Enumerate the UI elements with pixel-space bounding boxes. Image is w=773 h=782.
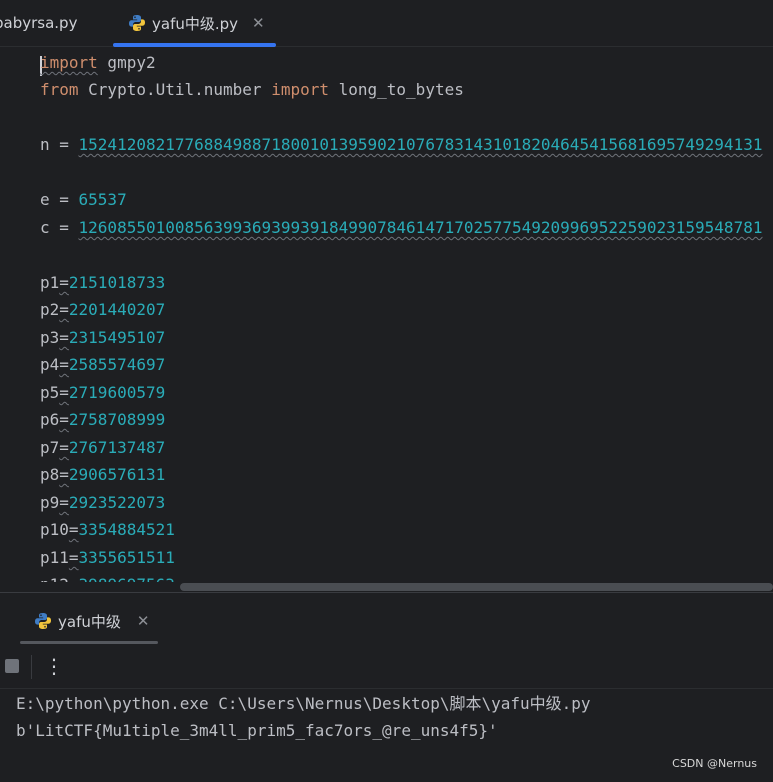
code-line: p6=2758708999 xyxy=(40,410,166,429)
code-line: p10=3354884521 xyxy=(40,520,175,539)
console-line: b'LitCTF{Mu1tiple_3m4ll_prim5_fac7ors_@r… xyxy=(16,721,498,740)
run-toolbar: ⋮ xyxy=(0,647,773,687)
run-tab-label: yafu中级 xyxy=(58,612,121,631)
tab-yafu[interactable]: yafu中级.py ✕ xyxy=(128,0,265,46)
code-line: c = 126085501008563993693993918499078461… xyxy=(40,218,763,237)
code-line: p8=2906576131 xyxy=(40,465,166,484)
code-line: p7=2767137487 xyxy=(40,438,166,457)
toolbar-divider xyxy=(31,655,32,679)
python-file-icon xyxy=(129,15,145,31)
code-line: p5=2719600579 xyxy=(40,383,166,402)
code-line: n = 152412082177688498871800101395902107… xyxy=(40,135,763,154)
code-line: p4=2585574697 xyxy=(40,355,166,374)
code-line: p11=3355651511 xyxy=(40,548,175,567)
stop-icon[interactable] xyxy=(5,659,19,673)
code-line: from Crypto.Util.number import long_to_b… xyxy=(40,80,464,99)
code-line: p12=3989697563 xyxy=(40,574,175,582)
tab-label: yafu中级.py xyxy=(152,14,239,33)
close-icon[interactable]: ✕ xyxy=(137,612,150,630)
editor-tab-bar: babyrsa.py yafu中级.py ✕ xyxy=(0,0,773,47)
watermark: CSDN @Nernus xyxy=(672,757,757,770)
run-tool-window: yafu中级 ✕ ⋮ E:\python\python.exe C:\Users… xyxy=(0,592,773,782)
code-line: p1=2151018733 xyxy=(40,273,166,292)
tab-label: babyrsa.py xyxy=(0,14,78,32)
close-icon[interactable]: ✕ xyxy=(252,14,265,32)
code-editor[interactable]: import gmpy2 from Crypto.Util.number imp… xyxy=(0,47,773,582)
run-tab-yafu[interactable]: yafu中级 ✕ xyxy=(34,607,149,635)
scrollbar-thumb[interactable] xyxy=(180,583,773,591)
code-line: p2=2201440207 xyxy=(40,300,166,319)
console-line: E:\python\python.exe C:\Users\Nernus\Des… xyxy=(16,694,591,713)
console-output[interactable]: E:\python\python.exe C:\Users\Nernus\Des… xyxy=(0,688,773,782)
code-line: e = 65537 xyxy=(40,190,127,209)
more-options-icon[interactable]: ⋮ xyxy=(44,653,64,679)
code-line: p9=2923522073 xyxy=(40,493,166,512)
active-tab-indicator xyxy=(20,641,158,644)
code-line: p3=2315495107 xyxy=(40,328,166,347)
code-line: import gmpy2 xyxy=(40,53,156,72)
tab-babyrsa[interactable]: babyrsa.py xyxy=(0,0,77,46)
python-file-icon xyxy=(35,613,51,629)
